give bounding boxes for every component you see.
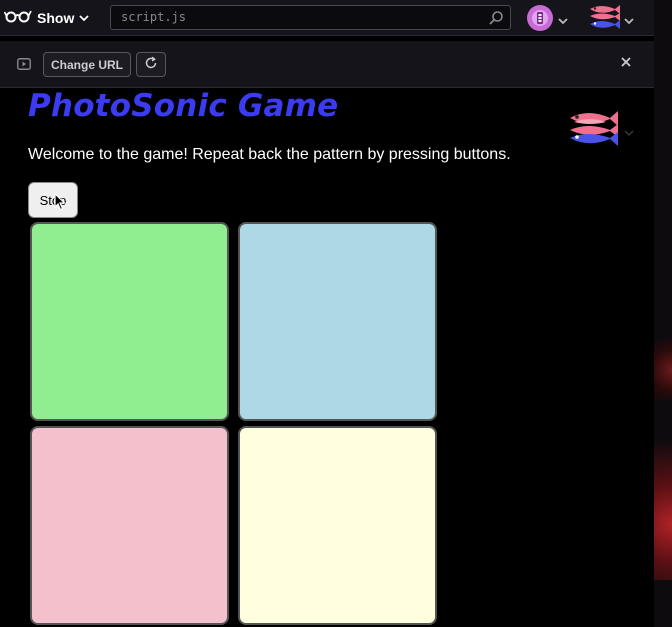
pad-yellow[interactable]	[238, 426, 437, 625]
chevron-down-icon[interactable]	[624, 124, 634, 142]
chevron-down-icon[interactable]	[558, 12, 568, 30]
mouse-cursor-icon	[54, 192, 67, 216]
close-icon[interactable]	[620, 55, 632, 73]
show-label: Show	[37, 10, 75, 26]
chevron-down-icon	[79, 9, 89, 27]
welcome-text: Welcome to the game! Repeat back the pat…	[28, 146, 511, 163]
pad-green[interactable]	[30, 222, 229, 421]
search-input[interactable]: script.js	[110, 5, 511, 30]
glasses-icon	[3, 8, 32, 29]
reload-button[interactable]	[136, 52, 166, 77]
reload-icon	[144, 56, 158, 73]
avatar[interactable]	[527, 5, 553, 31]
background-edge	[654, 440, 672, 580]
top-toolbar: Show script.js	[0, 0, 654, 36]
background-edge	[654, 340, 672, 400]
preview-toolbar: Change URL	[0, 41, 654, 88]
fish-logo-icon	[566, 106, 620, 153]
show-button[interactable]: Show	[3, 7, 89, 29]
stop-button[interactable]: Stop	[28, 182, 78, 218]
fish-logo-icon[interactable]	[587, 3, 621, 36]
change-url-button[interactable]: Change URL	[43, 52, 131, 77]
play-icon[interactable]	[17, 57, 31, 75]
search-icon[interactable]	[488, 10, 504, 31]
pad-pink[interactable]	[30, 426, 229, 625]
pad-blue[interactable]	[238, 222, 437, 421]
page-title: PhotoSonic Game	[28, 88, 339, 124]
chevron-down-icon[interactable]	[624, 12, 634, 30]
search-input-value: script.js	[121, 10, 187, 24]
